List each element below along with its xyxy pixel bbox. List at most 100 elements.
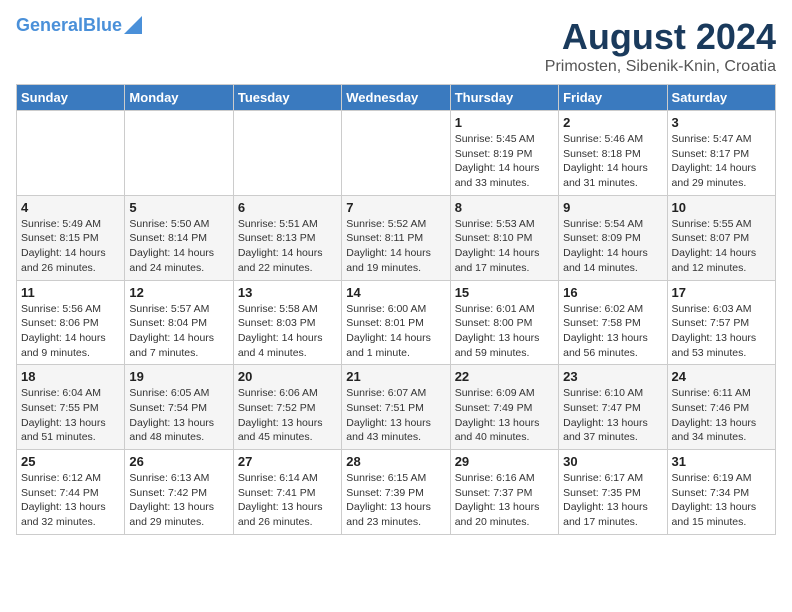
- calendar-day-cell: 26 Sunrise: 6:13 AM Sunset: 7:42 PM Dayli…: [125, 450, 233, 535]
- calendar-day-cell: 30 Sunrise: 6:17 AM Sunset: 7:35 PM Dayli…: [559, 450, 667, 535]
- day-number: 1: [455, 115, 554, 130]
- day-number: 21: [346, 369, 445, 384]
- day-info: Sunrise: 6:13 AM Sunset: 7:42 PM Dayligh…: [129, 471, 228, 530]
- day-info: Sunrise: 5:58 AM Sunset: 8:03 PM Dayligh…: [238, 302, 337, 361]
- day-number: 15: [455, 285, 554, 300]
- empty-cell: [342, 111, 450, 196]
- empty-cell: [17, 111, 125, 196]
- empty-cell: [125, 111, 233, 196]
- location-subtitle: Primosten, Sibenik-Knin, Croatia: [545, 58, 776, 76]
- calendar-day-cell: 15 Sunrise: 6:01 AM Sunset: 8:00 PM Dayli…: [450, 280, 558, 365]
- day-number: 14: [346, 285, 445, 300]
- day-number: 13: [238, 285, 337, 300]
- calendar-day-cell: 4 Sunrise: 5:49 AM Sunset: 8:15 PM Daylig…: [17, 195, 125, 280]
- day-info: Sunrise: 5:52 AM Sunset: 8:11 PM Dayligh…: [346, 217, 445, 276]
- calendar-week-row: 4 Sunrise: 5:49 AM Sunset: 8:15 PM Daylig…: [17, 195, 776, 280]
- day-info: Sunrise: 6:17 AM Sunset: 7:35 PM Dayligh…: [563, 471, 662, 530]
- day-info: Sunrise: 5:57 AM Sunset: 8:04 PM Dayligh…: [129, 302, 228, 361]
- day-info: Sunrise: 6:07 AM Sunset: 7:51 PM Dayligh…: [346, 386, 445, 445]
- day-number: 4: [21, 200, 120, 215]
- day-number: 20: [238, 369, 337, 384]
- page-header: GeneralBlue August 2024 Primosten, Siben…: [16, 16, 776, 76]
- day-number: 9: [563, 200, 662, 215]
- day-info: Sunrise: 5:45 AM Sunset: 8:19 PM Dayligh…: [455, 132, 554, 191]
- calendar-day-cell: 9 Sunrise: 5:54 AM Sunset: 8:09 PM Daylig…: [559, 195, 667, 280]
- day-info: Sunrise: 5:55 AM Sunset: 8:07 PM Dayligh…: [672, 217, 771, 276]
- calendar-week-row: 18 Sunrise: 6:04 AM Sunset: 7:55 PM Dayli…: [17, 365, 776, 450]
- empty-cell: [233, 111, 341, 196]
- day-number: 26: [129, 454, 228, 469]
- title-block: August 2024 Primosten, Sibenik-Knin, Cro…: [545, 16, 776, 76]
- calendar-day-cell: 7 Sunrise: 5:52 AM Sunset: 8:11 PM Daylig…: [342, 195, 450, 280]
- weekday-header-sunday: Sunday: [17, 85, 125, 111]
- calendar-day-cell: 10Sunrise: 5:55 AM Sunset: 8:07 PM Dayli…: [667, 195, 775, 280]
- day-number: 12: [129, 285, 228, 300]
- calendar-day-cell: 22Sunrise: 6:09 AM Sunset: 7:49 PM Dayli…: [450, 365, 558, 450]
- day-info: Sunrise: 6:01 AM Sunset: 8:00 PM Dayligh…: [455, 302, 554, 361]
- day-info: Sunrise: 6:06 AM Sunset: 7:52 PM Dayligh…: [238, 386, 337, 445]
- day-info: Sunrise: 5:47 AM Sunset: 8:17 PM Dayligh…: [672, 132, 771, 191]
- day-number: 28: [346, 454, 445, 469]
- month-year-title: August 2024: [545, 16, 776, 58]
- calendar-day-cell: 14 Sunrise: 6:00 AM Sunset: 8:01 PM Dayli…: [342, 280, 450, 365]
- calendar-day-cell: 3 Sunrise: 5:47 AM Sunset: 8:17 PM Daylig…: [667, 111, 775, 196]
- calendar-week-row: 11 Sunrise: 5:56 AM Sunset: 8:06 PM Dayli…: [17, 280, 776, 365]
- day-number: 2: [563, 115, 662, 130]
- weekday-header-row: SundayMondayTuesdayWednesdayThursdayFrid…: [17, 85, 776, 111]
- day-number: 30: [563, 454, 662, 469]
- weekday-header-saturday: Saturday: [667, 85, 775, 111]
- day-number: 3: [672, 115, 771, 130]
- day-info: Sunrise: 6:19 AM Sunset: 7:34 PM Dayligh…: [672, 471, 771, 530]
- calendar-day-cell: 23 Sunrise: 6:10 AM Sunset: 7:47 PM Dayli…: [559, 365, 667, 450]
- day-number: 18: [21, 369, 120, 384]
- calendar-day-cell: 6Sunrise: 5:51 AM Sunset: 8:13 PM Daylig…: [233, 195, 341, 280]
- calendar-day-cell: 28 Sunrise: 6:15 AM Sunset: 7:39 PM Dayli…: [342, 450, 450, 535]
- weekday-header-tuesday: Tuesday: [233, 85, 341, 111]
- day-number: 17: [672, 285, 771, 300]
- calendar-day-cell: 20 Sunrise: 6:06 AM Sunset: 7:52 PM Dayli…: [233, 365, 341, 450]
- calendar-day-cell: 21 Sunrise: 6:07 AM Sunset: 7:51 PM Dayli…: [342, 365, 450, 450]
- day-info: Sunrise: 5:56 AM Sunset: 8:06 PM Dayligh…: [21, 302, 120, 361]
- weekday-header-friday: Friday: [559, 85, 667, 111]
- day-number: 25: [21, 454, 120, 469]
- calendar-day-cell: 25 Sunrise: 6:12 AM Sunset: 7:44 PM Dayli…: [17, 450, 125, 535]
- day-info: Sunrise: 5:53 AM Sunset: 8:10 PM Dayligh…: [455, 217, 554, 276]
- calendar-day-cell: 5 Sunrise: 5:50 AM Sunset: 8:14 PM Daylig…: [125, 195, 233, 280]
- calendar-day-cell: 1 Sunrise: 5:45 AM Sunset: 8:19 PM Daylig…: [450, 111, 558, 196]
- day-number: 7: [346, 200, 445, 215]
- calendar-day-cell: 16 Sunrise: 6:02 AM Sunset: 7:58 PM Dayli…: [559, 280, 667, 365]
- day-number: 19: [129, 369, 228, 384]
- calendar-week-row: 1 Sunrise: 5:45 AM Sunset: 8:19 PM Daylig…: [17, 111, 776, 196]
- day-info: Sunrise: 5:54 AM Sunset: 8:09 PM Dayligh…: [563, 217, 662, 276]
- logo: GeneralBlue: [16, 16, 142, 36]
- calendar-day-cell: 19 Sunrise: 6:05 AM Sunset: 7:54 PM Dayli…: [125, 365, 233, 450]
- day-number: 8: [455, 200, 554, 215]
- day-info: Sunrise: 6:15 AM Sunset: 7:39 PM Dayligh…: [346, 471, 445, 530]
- day-info: Sunrise: 6:12 AM Sunset: 7:44 PM Dayligh…: [21, 471, 120, 530]
- calendar-day-cell: 27Sunrise: 6:14 AM Sunset: 7:41 PM Dayli…: [233, 450, 341, 535]
- day-info: Sunrise: 6:00 AM Sunset: 8:01 PM Dayligh…: [346, 302, 445, 361]
- day-info: Sunrise: 6:10 AM Sunset: 7:47 PM Dayligh…: [563, 386, 662, 445]
- day-info: Sunrise: 6:03 AM Sunset: 7:57 PM Dayligh…: [672, 302, 771, 361]
- day-number: 16: [563, 285, 662, 300]
- day-info: Sunrise: 6:14 AM Sunset: 7:41 PM Dayligh…: [238, 471, 337, 530]
- day-number: 5: [129, 200, 228, 215]
- day-number: 11: [21, 285, 120, 300]
- logo-text: GeneralBlue: [16, 16, 122, 36]
- calendar-day-cell: 13 Sunrise: 5:58 AM Sunset: 8:03 PM Dayli…: [233, 280, 341, 365]
- calendar-day-cell: 8 Sunrise: 5:53 AM Sunset: 8:10 PM Daylig…: [450, 195, 558, 280]
- weekday-header-wednesday: Wednesday: [342, 85, 450, 111]
- day-info: Sunrise: 6:05 AM Sunset: 7:54 PM Dayligh…: [129, 386, 228, 445]
- weekday-header-thursday: Thursday: [450, 85, 558, 111]
- day-info: Sunrise: 6:04 AM Sunset: 7:55 PM Dayligh…: [21, 386, 120, 445]
- day-info: Sunrise: 5:49 AM Sunset: 8:15 PM Dayligh…: [21, 217, 120, 276]
- calendar-day-cell: 11 Sunrise: 5:56 AM Sunset: 8:06 PM Dayli…: [17, 280, 125, 365]
- day-info: Sunrise: 6:02 AM Sunset: 7:58 PM Dayligh…: [563, 302, 662, 361]
- day-number: 6: [238, 200, 337, 215]
- day-number: 22: [455, 369, 554, 384]
- calendar-day-cell: 2Sunrise: 5:46 AM Sunset: 8:18 PM Daylig…: [559, 111, 667, 196]
- day-number: 23: [563, 369, 662, 384]
- day-info: Sunrise: 5:50 AM Sunset: 8:14 PM Dayligh…: [129, 217, 228, 276]
- calendar-week-row: 25 Sunrise: 6:12 AM Sunset: 7:44 PM Dayli…: [17, 450, 776, 535]
- calendar-day-cell: 31Sunrise: 6:19 AM Sunset: 7:34 PM Dayli…: [667, 450, 775, 535]
